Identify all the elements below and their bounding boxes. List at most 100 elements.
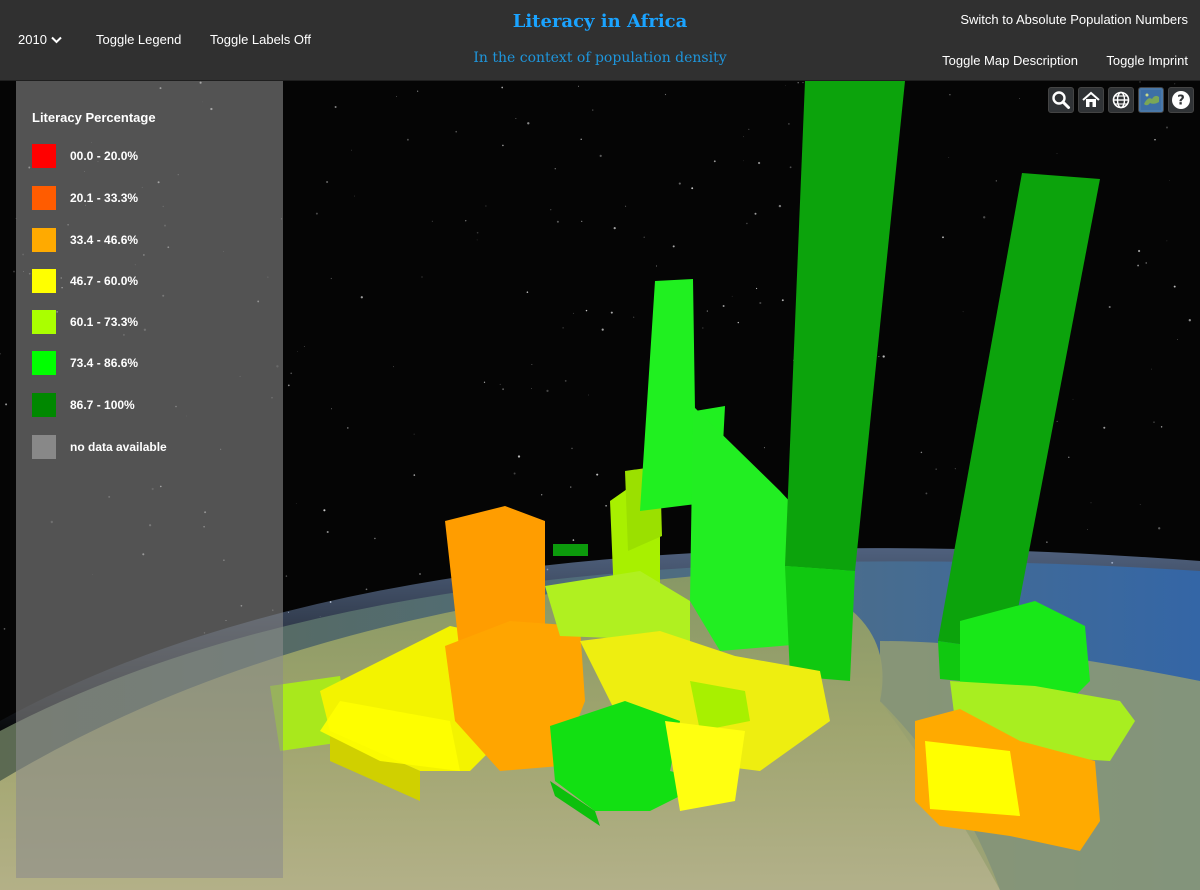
star — [935, 468, 937, 470]
search-button[interactable] — [1048, 87, 1074, 113]
legend-label: no data available — [70, 440, 167, 454]
legend-swatch — [32, 393, 56, 417]
star — [526, 291, 529, 293]
star — [285, 575, 288, 577]
search-icon — [1052, 91, 1070, 109]
star — [1174, 83, 1176, 85]
star — [326, 180, 329, 184]
star — [1072, 398, 1074, 400]
star — [323, 509, 326, 512]
star — [778, 204, 782, 208]
toggle-legend-button[interactable]: Toggle Legend — [96, 32, 181, 47]
star — [601, 328, 604, 331]
star — [501, 86, 504, 89]
star — [1188, 319, 1191, 322]
legend-item: no data available — [32, 435, 167, 459]
country-bar — [553, 544, 588, 556]
star — [499, 383, 501, 385]
imagery-icon — [1141, 90, 1161, 110]
star — [1056, 420, 1058, 422]
star — [1173, 285, 1176, 288]
star — [948, 157, 950, 158]
home-icon — [1082, 91, 1100, 107]
star — [1153, 421, 1155, 423]
star — [920, 451, 923, 454]
star — [1165, 126, 1169, 129]
star — [781, 299, 784, 302]
top-bar: 2010 Toggle Legend Toggle Labels Off Lit… — [0, 0, 1200, 81]
star — [303, 346, 305, 347]
star — [743, 160, 744, 162]
star — [789, 166, 792, 169]
country-bar — [925, 741, 1020, 816]
star — [334, 106, 337, 108]
toggle-imprint-button[interactable]: Toggle Imprint — [1106, 53, 1188, 68]
star — [570, 486, 572, 488]
year-select[interactable]: 2010 — [18, 32, 62, 47]
star — [431, 220, 433, 222]
star — [656, 265, 657, 267]
star — [502, 388, 504, 391]
star — [374, 537, 376, 540]
legend-panel: Literacy Percentage 00.0 - 20.0% 20.1 - … — [16, 81, 283, 878]
star — [485, 205, 487, 207]
star — [550, 209, 552, 211]
star — [983, 216, 986, 219]
star — [672, 245, 675, 248]
star — [297, 351, 298, 352]
star — [396, 96, 398, 97]
star — [746, 222, 748, 225]
star — [743, 136, 744, 138]
star — [1169, 180, 1170, 181]
star — [1137, 264, 1140, 267]
star — [354, 195, 356, 197]
legend-item: 73.4 - 86.6% — [32, 351, 138, 375]
star — [713, 160, 716, 163]
star — [3, 628, 6, 630]
toggle-description-button[interactable]: Toggle Map Description — [942, 53, 1078, 68]
star — [1176, 339, 1178, 341]
star — [1068, 456, 1070, 458]
star — [1151, 368, 1152, 370]
legend-swatch — [32, 269, 56, 293]
legend-item: 00.0 - 20.0% — [32, 144, 138, 168]
star — [633, 316, 635, 318]
legend-label: 46.7 - 60.0% — [70, 274, 139, 288]
star — [1087, 529, 1088, 530]
home-button[interactable] — [1078, 87, 1104, 113]
star — [1138, 249, 1141, 253]
legend-swatch — [32, 186, 56, 210]
star — [962, 311, 964, 313]
star — [1145, 262, 1147, 264]
star — [571, 447, 573, 450]
star — [393, 366, 394, 368]
star — [748, 128, 750, 131]
star — [330, 277, 332, 280]
star — [513, 472, 516, 475]
base-layer-picker-button[interactable] — [1138, 87, 1164, 113]
star — [954, 468, 956, 470]
star — [554, 167, 557, 170]
toggle-labels-button[interactable]: Toggle Labels Off — [210, 32, 311, 47]
star — [531, 364, 533, 365]
star — [722, 305, 725, 307]
legend-label: 00.0 - 20.0% — [70, 149, 139, 163]
star — [878, 356, 880, 358]
star — [417, 90, 419, 92]
scene-mode-button[interactable] — [1108, 87, 1134, 113]
star — [599, 154, 602, 157]
help-button[interactable]: ? — [1168, 87, 1194, 113]
star — [613, 227, 616, 230]
chevron-down-icon — [51, 36, 62, 43]
star — [784, 84, 786, 86]
star — [1090, 502, 1092, 504]
star — [517, 455, 521, 458]
star — [572, 539, 575, 541]
legend-label: 33.4 - 46.6% — [70, 233, 139, 247]
star — [1139, 81, 1141, 83]
star — [564, 379, 567, 382]
star — [588, 394, 589, 396]
star — [541, 494, 543, 496]
switch-population-button[interactable]: Switch to Absolute Population Numbers — [960, 12, 1188, 27]
star — [365, 588, 368, 591]
